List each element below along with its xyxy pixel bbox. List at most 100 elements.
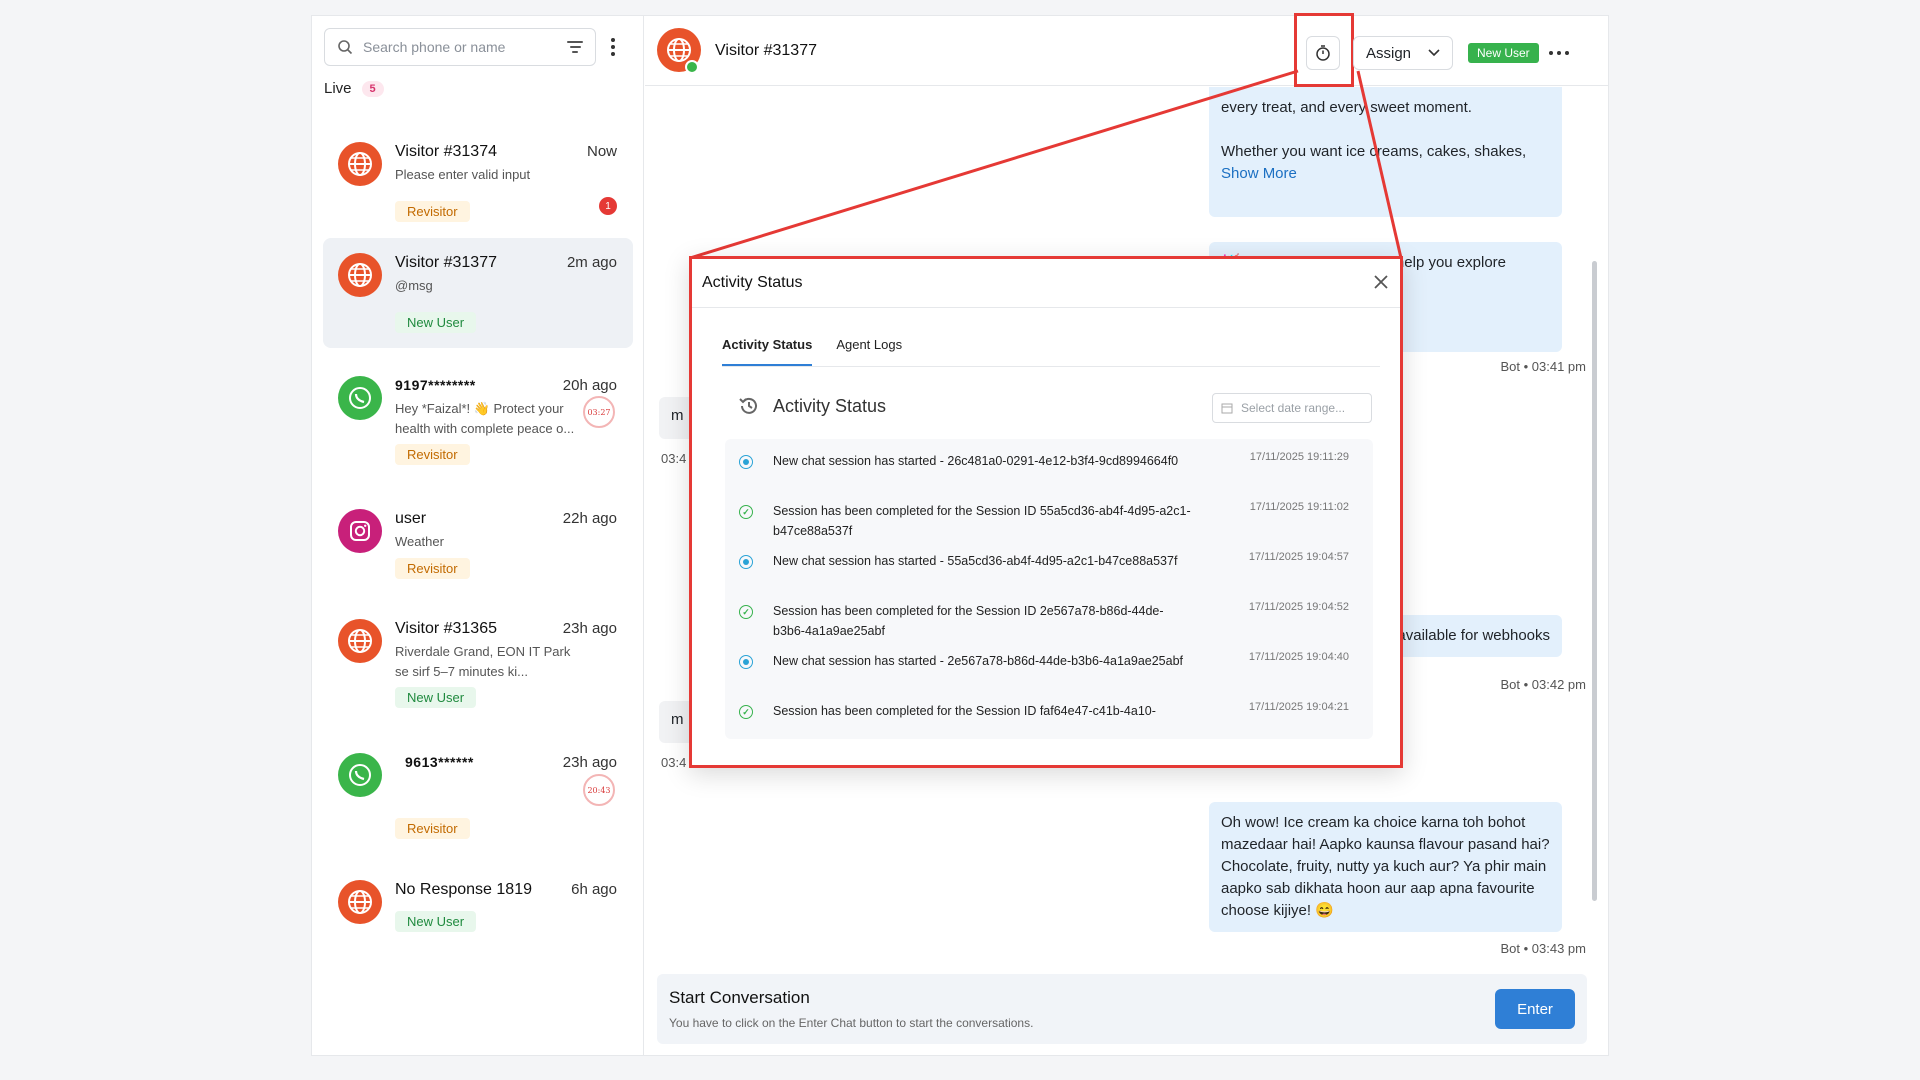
message-line: Whether you want ice creams, cakes, shak… bbox=[1221, 143, 1527, 160]
log-time: 17/11/2025 19:04:40 bbox=[1248, 651, 1349, 663]
revisitor-tag: Revisitor bbox=[395, 558, 470, 579]
message-line: every treat, and every sweet moment. bbox=[1221, 99, 1472, 116]
conversation-time: 23h ago bbox=[562, 620, 617, 637]
message-meta: 03:4 bbox=[661, 451, 687, 466]
conversation-name: Visitor #31365 bbox=[395, 620, 497, 637]
revisitor-tag: Revisitor bbox=[395, 818, 470, 839]
session-start-icon bbox=[739, 555, 753, 569]
conversation-time: 2m ago bbox=[566, 254, 617, 271]
check-circle-icon: ✓ bbox=[739, 605, 753, 619]
composer-title: Start Conversation bbox=[669, 988, 810, 1007]
check-circle-icon: ✓ bbox=[739, 705, 753, 719]
conversation-preview: Riverdale Grand, EON IT Park se sirf 5–7… bbox=[395, 644, 571, 679]
conversation-time: 6h ago bbox=[571, 881, 617, 898]
modal-title: Activity Status bbox=[702, 274, 803, 291]
log-item: ✓ Session has been completed for the Ses… bbox=[725, 699, 1373, 739]
conversation-item[interactable]: 9197******** 20h ago Hey *Faizal*! 👋 Pro… bbox=[323, 361, 633, 471]
conversation-name: Visitor #31377 bbox=[395, 254, 497, 271]
chat-title: Visitor #31377 bbox=[715, 42, 817, 59]
more-options-icon[interactable] bbox=[1549, 51, 1569, 55]
conversation-sidebar: Live 5 Visitor #31374 Now Please enter v… bbox=[312, 16, 644, 1055]
web-globe-icon bbox=[338, 253, 382, 297]
conversation-item-active[interactable]: Visitor #31377 2m ago @msg New User bbox=[323, 238, 633, 348]
conversation-item[interactable]: Visitor #31365 23h ago Riverdale Grand, … bbox=[323, 604, 633, 714]
log-text: New chat session has started - 26c481a0-… bbox=[773, 454, 1179, 468]
enter-chat-button[interactable]: Enter bbox=[1495, 989, 1575, 1029]
start-conversation-bar: Start Conversation You have to click on … bbox=[657, 974, 1587, 1044]
conversation-name: user bbox=[395, 510, 427, 527]
web-globe-icon bbox=[338, 880, 382, 924]
new-user-tag: New User bbox=[395, 312, 477, 333]
activity-status-button[interactable] bbox=[1306, 36, 1340, 70]
modal-divider bbox=[692, 307, 1400, 308]
live-label: Live bbox=[324, 80, 352, 97]
chat-scrollbar[interactable] bbox=[1592, 261, 1597, 901]
conversation-time: Now bbox=[586, 143, 617, 160]
log-item: New chat session has started - 2e567a78-… bbox=[725, 649, 1373, 699]
log-item: New chat session has started - 55a5cd36-… bbox=[725, 549, 1373, 599]
bot-message: every treat, and every sweet moment. Whe… bbox=[1209, 87, 1562, 217]
log-text: Session has been completed for the Sessi… bbox=[773, 504, 1191, 538]
log-time: 17/11/2025 19:04:21 bbox=[1248, 701, 1349, 713]
search-input[interactable] bbox=[363, 39, 567, 55]
instagram-icon bbox=[338, 509, 382, 553]
tab-agent-logs[interactable]: Agent Logs bbox=[836, 327, 902, 366]
new-user-tag: New User bbox=[395, 911, 477, 932]
log-text: Session has been completed for the Sessi… bbox=[773, 604, 1164, 638]
message-meta: Bot • 03:43 pm bbox=[1500, 941, 1587, 956]
search-box[interactable] bbox=[324, 28, 596, 66]
check-circle-icon: ✓ bbox=[739, 505, 753, 519]
chevron-down-icon bbox=[1428, 49, 1440, 57]
conversation-item[interactable]: 9613****** 23h ago 20:43 Revisitor bbox=[323, 738, 633, 848]
activity-status-modal: Activity Status Activity Status Agent Lo… bbox=[689, 256, 1403, 768]
message-meta: 03:4 bbox=[661, 755, 687, 770]
live-header: Live 5 bbox=[324, 80, 384, 97]
history-icon bbox=[739, 397, 757, 414]
conversation-preview: Please enter valid input bbox=[395, 167, 531, 182]
assign-label: Assign bbox=[1366, 44, 1412, 62]
message-meta: Bot • 03:41 pm bbox=[1500, 359, 1587, 374]
chat-header: Visitor #31377 Assign New User bbox=[645, 13, 1608, 87]
unread-badge: 1 bbox=[599, 197, 617, 215]
session-start-icon bbox=[739, 655, 753, 669]
conversation-name: 9197******** bbox=[395, 377, 476, 393]
online-status-dot bbox=[685, 60, 699, 74]
sidebar-menu-icon[interactable] bbox=[610, 38, 616, 56]
conversation-preview: Weather bbox=[395, 534, 444, 549]
tab-activity-status[interactable]: Activity Status bbox=[722, 327, 813, 366]
conversation-item[interactable]: Visitor #31374 Now Please enter valid in… bbox=[323, 127, 633, 237]
web-globe-icon bbox=[338, 142, 382, 186]
filter-icon[interactable] bbox=[567, 41, 583, 53]
new-user-badge: New User bbox=[1468, 43, 1539, 63]
date-range-placeholder: Select date range... bbox=[1241, 401, 1346, 415]
log-time: 17/11/2025 19:04:52 bbox=[1248, 601, 1349, 613]
revisitor-tag: Revisitor bbox=[395, 444, 470, 465]
date-range-picker[interactable]: Select date range... bbox=[1212, 393, 1372, 423]
conversation-item[interactable]: user 22h ago Weather Revisitor bbox=[323, 494, 633, 604]
message-meta: Bot • 03:42 pm bbox=[1500, 677, 1587, 692]
search-icon bbox=[338, 40, 353, 55]
calendar-icon bbox=[1221, 403, 1233, 414]
conversation-name: 9613****** bbox=[405, 754, 474, 770]
log-time: 17/11/2025 19:11:29 bbox=[1249, 451, 1349, 463]
section-header: Activity Status bbox=[737, 394, 886, 418]
whatsapp-icon bbox=[338, 753, 382, 797]
session-timer: 03:27 bbox=[583, 396, 615, 428]
assign-dropdown[interactable]: Assign bbox=[1353, 36, 1453, 70]
conversation-preview: Hey *Faizal*! 👋 Protect your health with… bbox=[395, 401, 575, 436]
new-user-tag: New User bbox=[395, 687, 477, 708]
log-item: ✓ Session has been completed for the Ses… bbox=[725, 599, 1373, 649]
close-icon[interactable] bbox=[1372, 273, 1390, 291]
log-time: 17/11/2025 19:04:57 bbox=[1248, 551, 1349, 563]
conversation-name: No Response 1819 bbox=[395, 881, 532, 898]
log-time: 17/11/2025 19:11:02 bbox=[1249, 501, 1349, 513]
message-text: m bbox=[671, 711, 684, 728]
log-text: New chat session has started - 2e567a78-… bbox=[773, 654, 1184, 668]
log-item: New chat session has started - 26c481a0-… bbox=[725, 449, 1373, 499]
conversation-item[interactable]: No Response 1819 6h ago New User bbox=[323, 865, 633, 975]
activity-log-list: New chat session has started - 26c481a0-… bbox=[725, 439, 1373, 739]
web-globe-icon bbox=[338, 619, 382, 663]
conversation-time: 22h ago bbox=[562, 510, 617, 527]
show-more-link[interactable]: Show More bbox=[1221, 163, 1550, 185]
conversation-name: Visitor #31374 bbox=[395, 143, 497, 160]
